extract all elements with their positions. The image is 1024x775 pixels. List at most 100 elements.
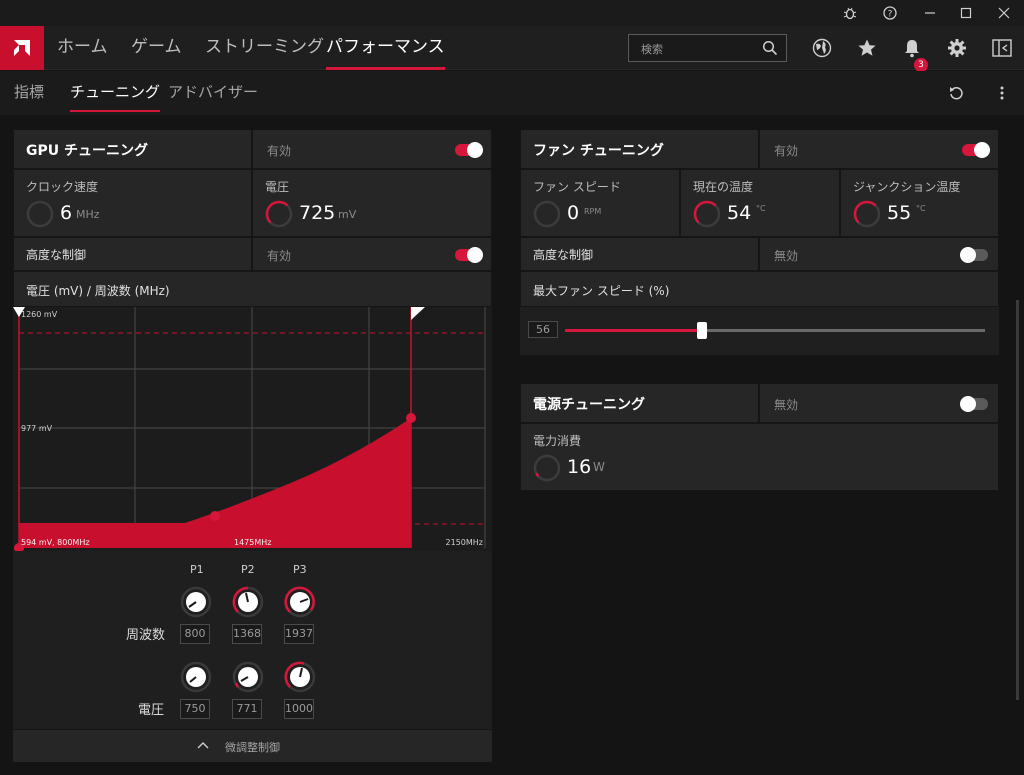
toggle-knob — [467, 247, 483, 263]
nav-active-underline — [326, 67, 445, 70]
vf-curve-svg: 1260 mV 977 mV 594 mV, 800MHz 1475MHz 21… — [13, 307, 486, 553]
gpu-advanced-state: 有効 — [267, 249, 292, 263]
gpu-tuning-state: 有効 — [267, 144, 292, 158]
toggle-knob — [974, 142, 990, 158]
maximize-icon[interactable] — [948, 0, 984, 26]
minimize-icon[interactable] — [912, 0, 948, 26]
fine-control-toggle-bar[interactable]: 微調整制御 — [13, 729, 492, 762]
junction-temp-cell: ジャンクション温度 55 °C — [840, 169, 999, 237]
bug-report-icon[interactable] — [832, 0, 868, 26]
reset-icon[interactable] — [944, 81, 968, 105]
search-icon[interactable] — [762, 40, 778, 60]
voltage-gauge-icon — [265, 200, 293, 228]
power-tuning-state-cell: 無効 — [759, 383, 999, 423]
p1-frequency-knob-icon[interactable] — [180, 586, 212, 618]
p3-frequency-field[interactable]: 1937 — [284, 624, 314, 644]
tab-advisor[interactable]: アドバイザー — [168, 81, 258, 102]
fan-advanced-toggle[interactable] — [960, 247, 988, 263]
fan-speed-cell: ファン スピード 0 RPM — [520, 169, 680, 237]
notifications-bell-icon[interactable] — [900, 36, 924, 60]
tab-metrics[interactable]: 指標 — [14, 81, 44, 102]
star-icon[interactable] — [855, 36, 879, 60]
fan-advanced-control-label: 高度な制御 — [533, 248, 594, 262]
current-temp-label: 現在の温度 — [693, 180, 754, 194]
origin-label: 594 mV, 800MHz — [21, 538, 90, 547]
fan-tuning-panel: ファン チューニング 有効 ファン スピード 0 RPM 現在の温度 54 °C… — [520, 129, 999, 355]
p1-voltage-field[interactable]: 750 — [180, 699, 210, 719]
max-fan-speed-slider[interactable] — [565, 322, 985, 339]
power-tuning-header: 電源チューニング — [520, 383, 759, 423]
p2-frequency-knob-icon[interactable] — [232, 586, 264, 618]
fan-speed-unit: RPM — [584, 207, 602, 216]
p3-voltage-knob-icon[interactable] — [284, 661, 316, 693]
amd-logo-icon[interactable] — [0, 26, 44, 70]
tab-tuning[interactable]: チューニング — [70, 81, 161, 112]
max-fan-speed-title-cell: 最大ファン スピード (%) — [520, 271, 999, 307]
more-options-icon[interactable] — [990, 81, 1014, 105]
max-freq-handle[interactable] — [411, 307, 425, 320]
tab-advisor-label: アドバイザー — [168, 83, 259, 101]
p3-frequency-knob-icon[interactable] — [284, 586, 316, 618]
notification-count-badge: 3 — [914, 58, 928, 72]
gpu-tuning-header: GPU チューニング — [13, 129, 252, 169]
vertical-scrollbar[interactable] — [1016, 300, 1019, 700]
max-fan-speed-slider-row: 56 — [520, 307, 999, 355]
max-fan-speed-field[interactable]: 56 — [528, 321, 558, 338]
junction-temp-label: ジャンクション温度 — [853, 180, 961, 194]
help-icon[interactable]: ? — [872, 0, 908, 26]
power-consumption-cell: 電力消費 16 W — [520, 423, 999, 491]
voltage-row-label: 電圧 — [138, 703, 165, 718]
fan-speed-gauge-icon — [533, 200, 561, 228]
settings-gear-icon[interactable] — [945, 36, 969, 60]
voltage-value: 725 — [299, 202, 336, 224]
search-input[interactable]: 検索 — [628, 34, 787, 62]
junction-temp-unit: °C — [916, 204, 926, 213]
gpu-advanced-control-cell: 高度な制御 — [13, 237, 252, 271]
fan-tuning-state-cell: 有効 — [759, 129, 999, 169]
fan-advanced-control-cell: 高度な制御 — [520, 237, 759, 271]
p3-label: P3 — [293, 563, 307, 576]
voltage-unit: mV — [338, 208, 357, 221]
clock-speed-label: クロック速度 — [26, 180, 99, 194]
current-temp-unit: °C — [756, 204, 766, 213]
clock-gauge-icon — [26, 200, 54, 228]
fan-tuning-toggle[interactable] — [962, 142, 990, 158]
tab-metrics-label: 指標 — [14, 83, 45, 101]
close-icon[interactable] — [986, 0, 1022, 26]
gpu-advanced-toggle[interactable] — [455, 247, 483, 263]
p3-voltage-field[interactable]: 1000 — [284, 699, 314, 719]
gpu-tuning-toggle[interactable] — [455, 142, 483, 158]
power-tuning-toggle[interactable] — [960, 396, 988, 412]
curve-point-p3[interactable] — [406, 413, 416, 423]
p1-voltage-knob-icon[interactable] — [180, 661, 212, 693]
sub-navigation: 指標 チューニング アドバイザー — [0, 71, 1024, 115]
gpu-advanced-state-cell: 有効 — [252, 237, 492, 271]
p2-voltage-field[interactable]: 771 — [232, 699, 262, 719]
vf-curve-title: 電圧 (mV) / 周波数 (MHz) — [26, 284, 170, 298]
mid-voltage-label: 977 mV — [21, 424, 53, 433]
sidebar-toggle-icon[interactable] — [990, 36, 1014, 60]
curve-point-p2[interactable] — [210, 511, 220, 521]
vf-curve-chart[interactable]: 1260 mV 977 mV 594 mV, 800MHz 1475MHz 21… — [13, 307, 492, 553]
tab-tuning-label: チューニング — [70, 83, 161, 101]
nav-games[interactable]: ゲーム — [131, 26, 182, 70]
power-consumption-unit: W — [593, 460, 605, 474]
nav-home[interactable]: ホーム — [57, 26, 108, 70]
p-state-controls: P1 P2 P3 周波数 800 1368 1937 電圧 750 771 10… — [13, 551, 492, 729]
fan-advanced-state-cell: 無効 — [759, 237, 999, 271]
gpu-tuning-panel: GPU チューニング 有効 クロック速度 6 MHz 電圧 725 mV 高度な… — [13, 129, 492, 762]
fan-tuning-header: ファン チューニング — [520, 129, 759, 169]
slider-fill — [565, 329, 702, 332]
p2-voltage-knob-icon[interactable] — [232, 661, 264, 693]
slider-thumb[interactable] — [697, 322, 707, 339]
nav-streaming[interactable]: ストリーミング — [205, 26, 324, 70]
junction-temp-gauge-icon — [853, 200, 881, 228]
globe-icon[interactable] — [810, 36, 834, 60]
fan-speed-value: 0 — [567, 202, 580, 224]
p1-frequency-field[interactable]: 800 — [180, 624, 210, 644]
fan-speed-label: ファン スピード — [533, 180, 621, 194]
p2-frequency-field[interactable]: 1368 — [232, 624, 262, 644]
max-voltage-label: 1260 mV — [21, 310, 58, 319]
nav-streaming-label: ストリーミング — [205, 37, 324, 57]
nav-performance[interactable]: パフォーマンス — [326, 26, 445, 70]
